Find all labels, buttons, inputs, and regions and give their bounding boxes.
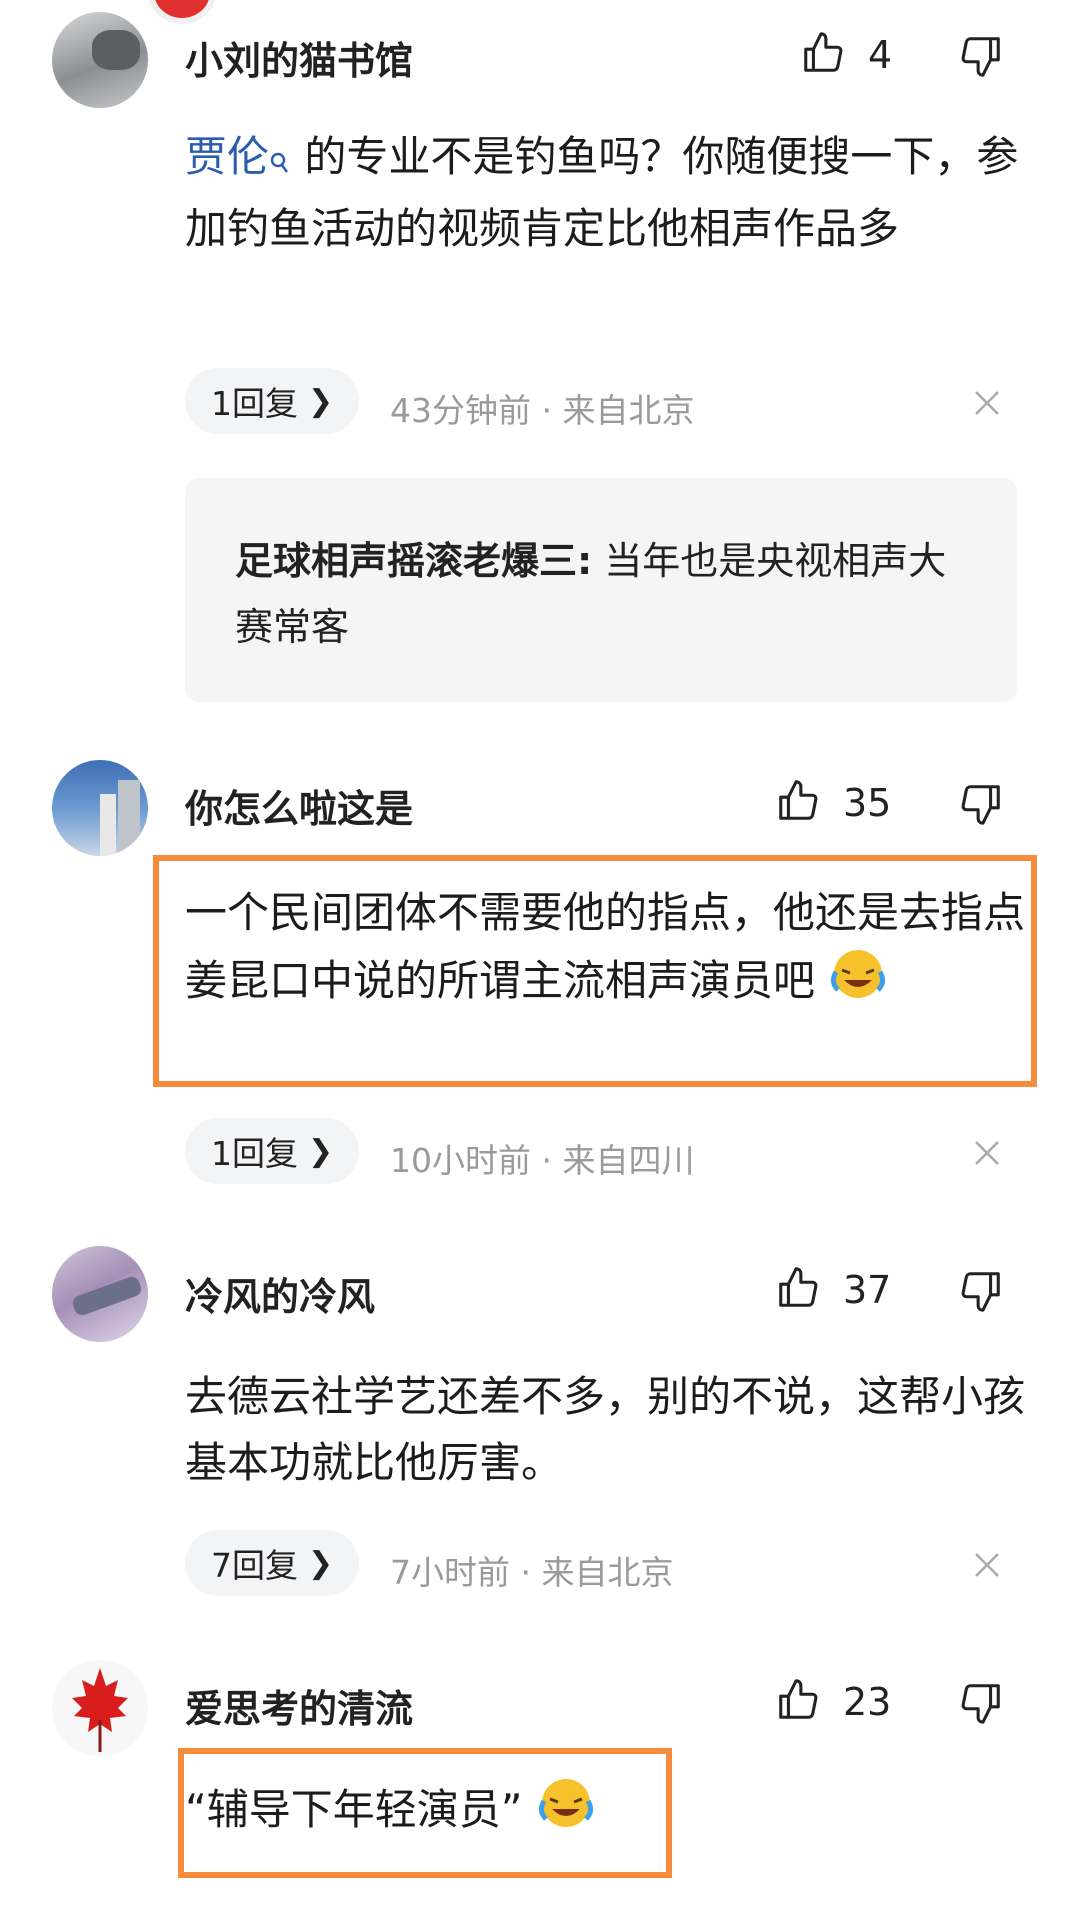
avatar[interactable] (52, 760, 148, 856)
laughing-crying-emoji-icon (536, 1775, 596, 1850)
close-icon[interactable] (972, 1550, 1002, 1580)
timestamp-location: 10小时前 · 来自四川 (390, 1141, 695, 1180)
mention-link[interactable]: 贾伦 (185, 132, 269, 181)
like-button[interactable]: 23 (775, 1677, 891, 1727)
avatar[interactable] (52, 1246, 148, 1342)
close-icon[interactable] (972, 388, 1002, 418)
like-count: 35 (843, 781, 892, 825)
username[interactable]: 小刘的猫书馆 (185, 30, 413, 85)
comment-text: 贾伦 的专业不是钓鱼吗？你随便搜一下，参加钓鱼活动的视频肯定比他相声作品多 (185, 130, 1019, 253)
chevron-right-icon: ❯ (308, 1545, 334, 1581)
close-icon[interactable] (972, 1138, 1002, 1168)
chevron-right-icon: ❯ (308, 1133, 334, 1169)
like-button[interactable]: 37 (775, 1265, 891, 1315)
thumbs-up-icon (775, 778, 821, 828)
sub-reply-author[interactable]: 足球相声摇滚老爆三: (235, 539, 592, 583)
comment-text: 一个民间团体不需要他的指点，他还是去指点姜昆口中说的所谓主流相声演员吧 (185, 880, 1025, 1021)
like-count: 23 (843, 1680, 892, 1724)
reply-button[interactable]: 7回复 ❯ (185, 1530, 360, 1596)
thumbs-up-icon (775, 1265, 821, 1315)
thumbs-down-icon[interactable] (958, 1680, 1004, 1726)
reply-button[interactable]: 1回复 ❯ (185, 1118, 360, 1184)
username[interactable]: 你怎么啦这是 (185, 778, 413, 833)
timestamp-location: 7小时前 · 来自北京 (390, 1553, 674, 1592)
username[interactable]: 爱思考的清流 (185, 1678, 413, 1733)
thumbs-down-icon[interactable] (958, 33, 1004, 79)
thumbs-down-icon[interactable] (958, 781, 1004, 827)
like-count: 4 (868, 33, 893, 77)
sub-reply-text: 足球相声摇滚老爆三: 当年也是央视相声大赛常客 (235, 539, 947, 649)
avatar[interactable] (52, 12, 148, 108)
chevron-right-icon: ❯ (308, 383, 334, 419)
search-icon[interactable] (269, 130, 291, 196)
sub-reply[interactable]: 足球相声摇滚老爆三: 当年也是央视相声大赛常客 (185, 478, 1017, 702)
username[interactable]: 冷风的冷风 (185, 1266, 375, 1321)
thumbs-down-icon[interactable] (958, 1268, 1004, 1314)
thumbs-up-icon (800, 30, 846, 80)
avatar[interactable] (52, 1660, 148, 1756)
laughing-crying-emoji-icon (828, 946, 888, 1021)
top-badge (148, 0, 216, 24)
timestamp-location: 43分钟前 · 来自北京 (390, 391, 695, 430)
thumbs-up-icon (775, 1677, 821, 1727)
comment-text: “辅导下年轻演员” (185, 1775, 665, 1850)
like-button[interactable]: 35 (775, 778, 891, 828)
like-count: 37 (843, 1268, 892, 1312)
reply-button[interactable]: 1回复 ❯ (185, 368, 360, 434)
comment-text: 去德云社学艺还差不多，别的不说，这帮小孩基本功就比他厉害。 (185, 1372, 1026, 1487)
like-button[interactable]: 4 (800, 30, 892, 80)
